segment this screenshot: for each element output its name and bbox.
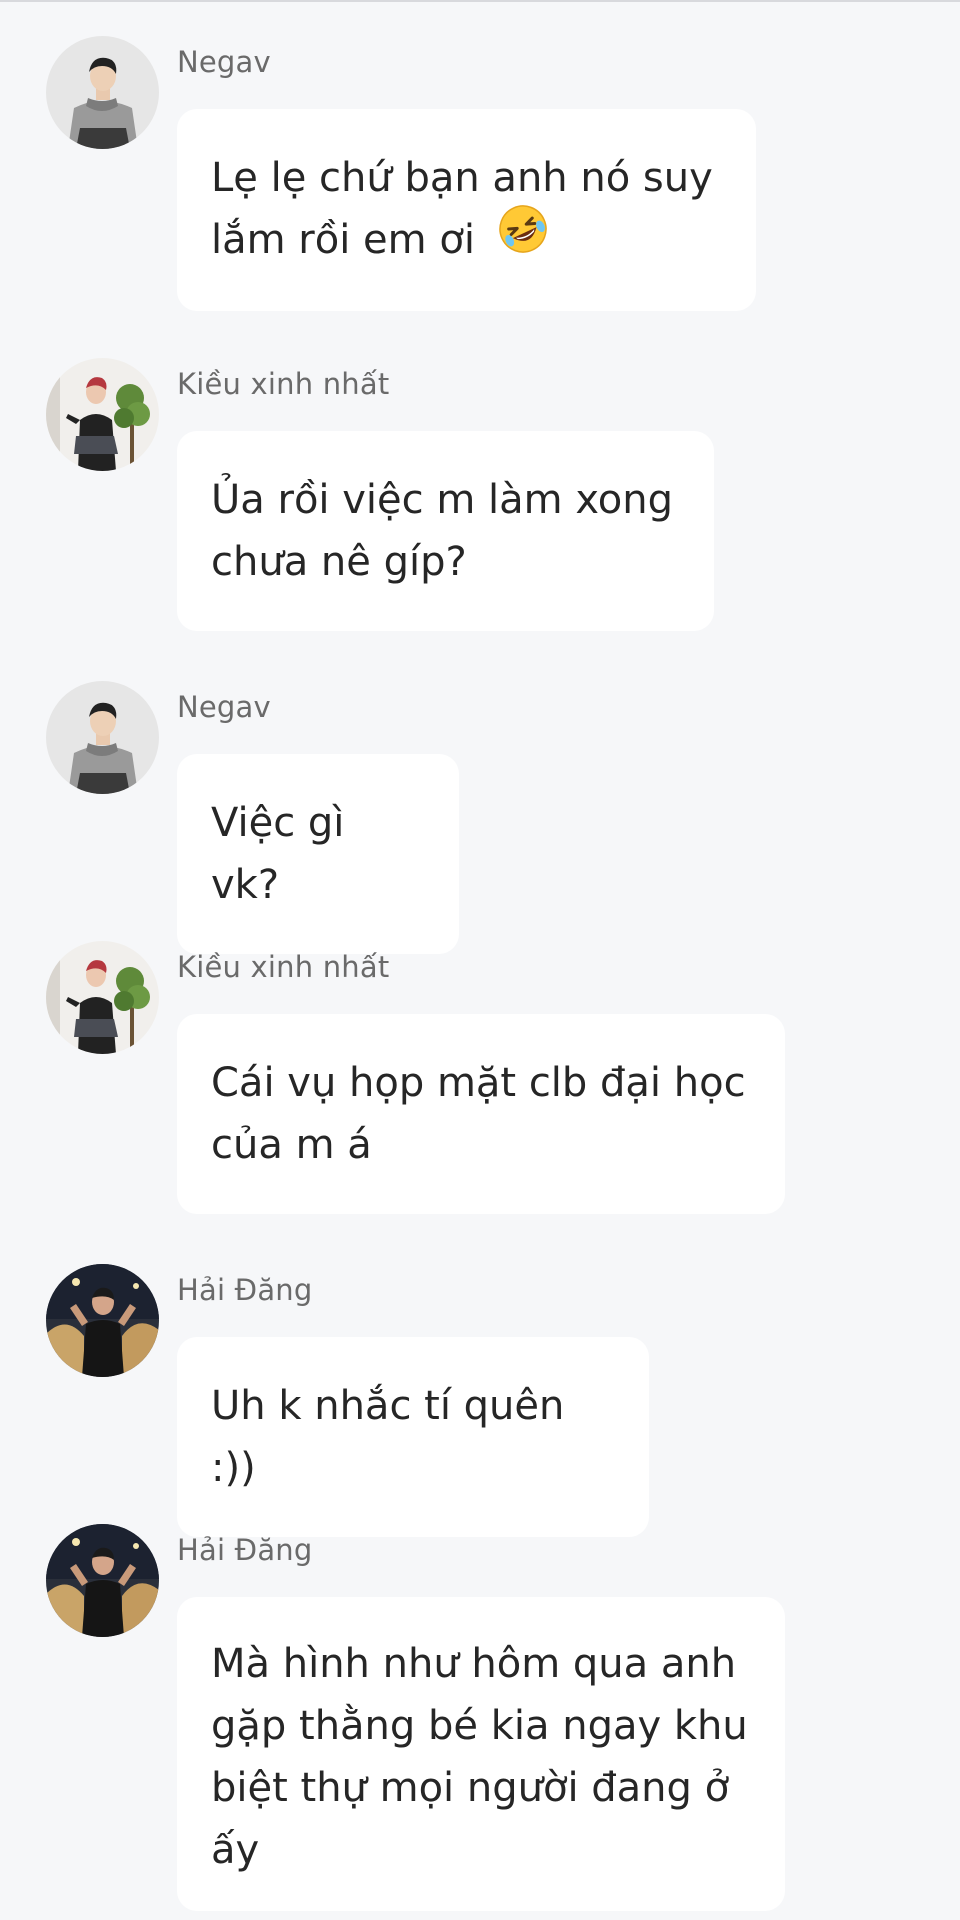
message-bubble[interactable]: Uh k nhắc tí quên :)) <box>177 1337 649 1537</box>
message-text: Mà hình như hôm qua anh gặp thằng bé kia… <box>211 1641 748 1873</box>
negav-avatar[interactable] <box>46 36 159 149</box>
message-text: Cái vụ họp mặt clb đại học của m á <box>211 1060 746 1168</box>
haidang-avatar[interactable] <box>46 1264 159 1377</box>
sender-name: Hải Đăng <box>177 1533 313 1567</box>
sender-name: Hải Đăng <box>177 1273 313 1307</box>
message-text: Uh k nhắc tí quên :)) <box>211 1383 565 1491</box>
negav-avatar[interactable] <box>46 681 159 794</box>
sender-name: Kiều xinh nhất <box>177 950 390 984</box>
sender-name: Negav <box>177 690 271 724</box>
message-text: Lẹ lẹ chứ bạn anh nó suy lắm rồi em ơi <box>211 155 713 263</box>
message-bubble[interactable]: Cái vụ họp mặt clb đại học của m á <box>177 1014 785 1214</box>
haidang-avatar[interactable] <box>46 1524 159 1637</box>
rolling-on-floor-laughing-emoji <box>497 203 549 273</box>
sender-name: Negav <box>177 45 271 79</box>
message-bubble[interactable]: Ủa rồi việc m làm xong chưa nê gíp? <box>177 431 714 631</box>
message-bubble[interactable]: Lẹ lẹ chứ bạn anh nó suy lắm rồi em ơi <box>177 109 756 311</box>
kieu-avatar[interactable] <box>46 358 159 471</box>
message-bubble[interactable]: Việc gì vk? <box>177 754 459 954</box>
kieu-avatar[interactable] <box>46 941 159 1054</box>
message-text: Ủa rồi việc m làm xong chưa nê gíp? <box>211 477 673 585</box>
sender-name: Kiều xinh nhất <box>177 367 390 401</box>
chat-thread[interactable]: Negav Lẹ lẹ chứ bạn anh nó suy lắm rồi e… <box>0 0 960 1920</box>
message-bubble[interactable]: Mà hình như hôm qua anh gặp thằng bé kia… <box>177 1597 785 1911</box>
message-text: Việc gì vk? <box>211 800 345 908</box>
